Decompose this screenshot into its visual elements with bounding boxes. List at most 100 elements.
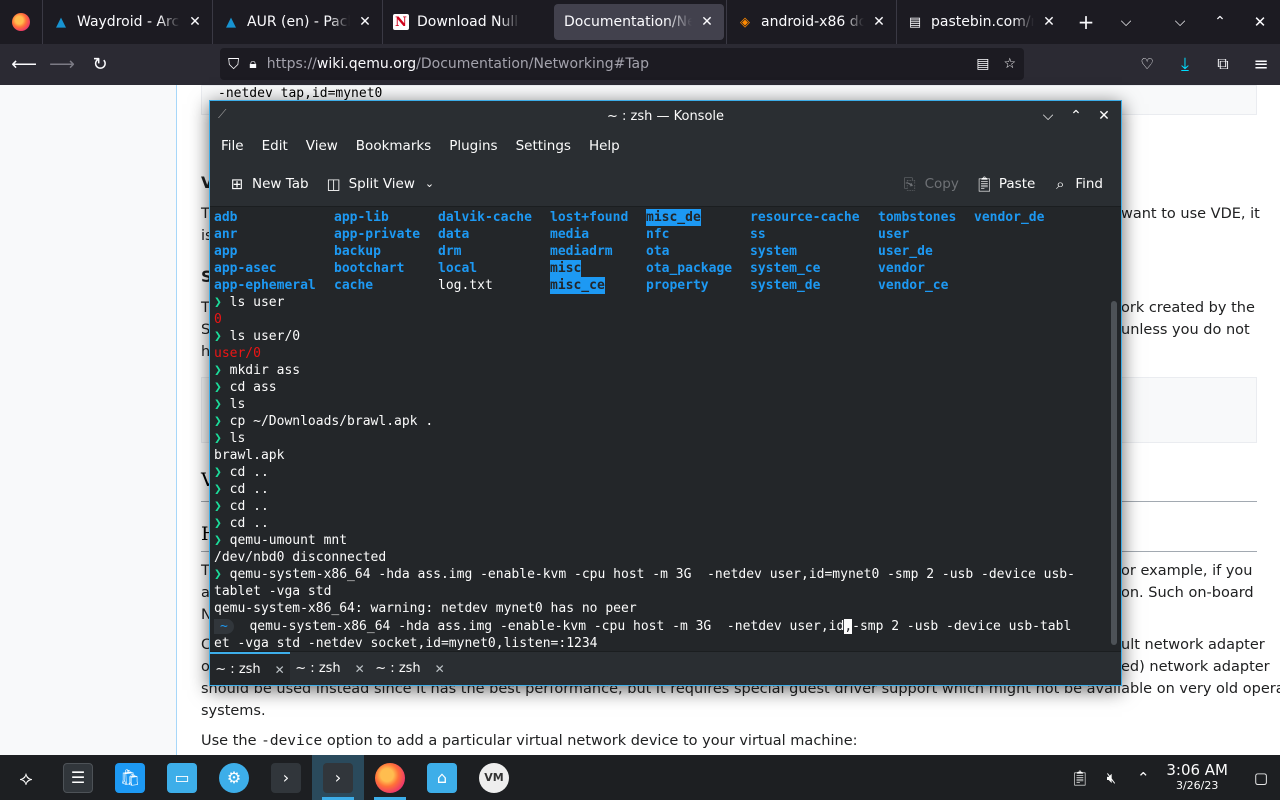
reader-view-icon[interactable]: ▤ — [976, 56, 989, 72]
menu-plugins[interactable]: Plugins — [440, 138, 506, 154]
browser-tab[interactable]: ▲ AUR (en) - Packages ✕ — [212, 0, 382, 44]
directory-entry: vendor_ce — [878, 278, 949, 293]
terminal-line: ❯ qemu-umount mnt — [214, 532, 347, 549]
terminal-line: ❯ cd .. — [214, 464, 269, 481]
paste-icon: 📋︎ — [974, 174, 994, 193]
new-tab-button[interactable]: ⊞ New Tab — [220, 171, 317, 197]
back-button[interactable]: ⟵ — [5, 49, 43, 81]
task-item[interactable]: VM — [468, 755, 520, 800]
menu-bookmarks[interactable]: Bookmarks — [347, 138, 440, 154]
maximize-icon[interactable]: ⌃ — [1200, 0, 1240, 44]
downloads-icon[interactable]: ⤓ — [1166, 48, 1204, 80]
directory-entry: misc_de — [646, 209, 701, 226]
url-text[interactable]: https://wiki.qemu.org/Documentation/Netw… — [267, 56, 649, 72]
volume-muted-icon[interactable]: 🔇︎ — [1102, 769, 1120, 787]
minimize-icon[interactable]: ⌵ — [1037, 105, 1059, 127]
terminal-line: ❯ cd ass — [214, 379, 277, 396]
command-text: cp ~/Downloads/brawl.apk . — [229, 414, 434, 429]
copy-button[interactable]: ⎘ Copy — [893, 171, 967, 197]
close-window-icon[interactable]: ✕ — [1240, 0, 1280, 44]
lock-icon[interactable]: 🔒︎ — [249, 56, 256, 72]
close-icon[interactable]: ✕ — [275, 663, 285, 677]
new-tab-label: New Tab — [252, 175, 309, 192]
terminal-line: ❯ cd .. — [214, 481, 269, 498]
directory-entry: ota — [646, 244, 670, 259]
close-icon[interactable]: ✕ — [1093, 105, 1115, 127]
chevron-up-icon[interactable]: ⌃ — [1134, 769, 1152, 787]
forward-button[interactable]: ⟶ — [43, 49, 81, 81]
firefox-view-button[interactable] — [0, 0, 42, 44]
paste-button[interactable]: 📋︎ Paste — [967, 171, 1043, 197]
close-icon[interactable]: ✕ — [872, 14, 886, 30]
show-desktop-icon[interactable]: ▢ — [1252, 769, 1270, 787]
osdn-icon: ◈ — [740, 14, 750, 30]
minimize-icon[interactable]: ⌵ — [1160, 0, 1200, 44]
command-text: ls user — [229, 295, 285, 310]
task-item[interactable]: › — [260, 755, 312, 800]
terminal-line: ❯ qemu-system-x86_64 -hda ass.img -enabl… — [214, 566, 1075, 583]
close-icon[interactable]: ✕ — [188, 14, 202, 30]
browser-tab[interactable]: ◈ android-x86 download ✕ — [726, 0, 896, 44]
clipboard-icon[interactable]: 📋︎ — [1070, 769, 1089, 787]
task-item[interactable]: ⌂ — [416, 755, 468, 800]
close-icon[interactable]: ✕ — [700, 14, 714, 30]
command-text: cd .. — [229, 465, 269, 480]
maximize-icon[interactable]: ⌃ — [1065, 105, 1087, 127]
close-icon[interactable]: ✕ — [435, 662, 445, 676]
hamburger-menu-icon[interactable]: ≡ — [1242, 48, 1280, 80]
konsole-tab[interactable]: ~ : zsh ✕ — [210, 652, 290, 685]
task-item-firefox[interactable] — [364, 755, 416, 800]
close-icon[interactable]: ✕ — [355, 662, 365, 676]
menu-help[interactable]: Help — [580, 138, 629, 154]
menu-edit[interactable]: Edit — [253, 138, 297, 154]
konsole-tab-bar: ~ : zsh ✕ ~ : zsh ✕ ~ : zsh ✕ — [210, 651, 1121, 685]
firefox-icon — [375, 762, 405, 793]
task-item[interactable]: ⚙ — [208, 755, 260, 800]
browser-tab[interactable]: N Download Null's Brawl — [382, 0, 552, 44]
task-item[interactable]: ▭ — [156, 755, 208, 800]
task-item[interactable]: ☰ — [52, 755, 104, 800]
split-view-button[interactable]: ◫ Split View ⌄ — [317, 171, 442, 197]
url-bar[interactable]: ⛉ 🔒︎ https://wiki.qemu.org/Documentation… — [220, 48, 1024, 80]
prompt-symbol: ❯ — [214, 414, 230, 429]
current-command-wrap[interactable]: et -vga std -netdev socket,id=mynet0,lis… — [214, 635, 598, 652]
extensions-icon[interactable]: ⧉ — [1204, 48, 1242, 80]
task-item[interactable]: 🛍︎ — [104, 755, 156, 800]
terminal-icon: › — [271, 762, 301, 793]
shield-icon[interactable]: ⛉ — [228, 55, 239, 73]
close-icon[interactable]: ✕ — [358, 14, 372, 30]
menu-settings[interactable]: Settings — [507, 138, 580, 154]
pocket-icon[interactable]: ♡ — [1128, 48, 1166, 80]
app-launcher-button[interactable]: ⟡ — [0, 755, 52, 800]
new-tab-button[interactable]: + — [1066, 0, 1106, 44]
tab-label: ~ : zsh — [295, 661, 341, 676]
menu-file[interactable]: File — [212, 138, 253, 154]
close-icon[interactable]: ✕ — [1042, 14, 1056, 30]
scrollbar-thumb[interactable] — [1111, 301, 1117, 645]
launcher-icon: ⟡ — [19, 765, 33, 790]
directory-entry: adb — [214, 210, 238, 225]
browser-tab-active[interactable]: Documentation/Networking ✕ — [554, 4, 724, 40]
browser-tab[interactable]: ▲ Waydroid - ArchWiki ✕ — [42, 0, 212, 44]
konsole-window[interactable]: ⟋ ~ : zsh — Konsole ⌵ ⌃ ✕ File Edit View… — [209, 100, 1122, 686]
terminal-line: qemu-system-x86_64: warning: netdev myne… — [214, 601, 637, 616]
digital-clock[interactable]: 3:06 AM 3/26/23 — [1166, 762, 1228, 793]
terminal-line: ❯ cp ~/Downloads/brawl.apk . — [214, 413, 433, 430]
konsole-tab[interactable]: ~ : zsh ✕ — [370, 652, 450, 685]
current-command-line[interactable]: ~ qemu-system-x86_64 -hda ass.img -enabl… — [214, 618, 1071, 635]
find-button[interactable]: ⌕ Find — [1043, 171, 1111, 197]
directory-entry: system — [750, 244, 797, 259]
menu-view[interactable]: View — [297, 138, 347, 154]
terminal-line: ❯ ls user/0 — [214, 328, 300, 345]
window-titlebar[interactable]: ⟋ ~ : zsh — Konsole ⌵ ⌃ ✕ — [210, 101, 1121, 131]
browser-tab[interactable]: ▤ pastebin.com/raw/ ✕ — [896, 0, 1066, 44]
tab-label: pastebin.com/raw/ — [931, 14, 1034, 30]
terminal-output[interactable]: adb app-lib dalvik-cache lost+found misc_de r… — [210, 207, 1106, 652]
task-item-konsole[interactable]: › — [312, 755, 364, 800]
bookmark-star-icon[interactable]: ☆ — [1003, 56, 1016, 72]
reload-button[interactable]: ↻ — [81, 49, 119, 81]
taskbar: ⟡ ☰ 🛍︎ ▭ ⚙ › › ⌂ VM 📋︎ 🔇︎ ⌃ 3:06 AM 3/26… — [0, 755, 1280, 800]
list-all-tabs-button[interactable]: ⌵ — [1106, 0, 1146, 44]
tab-label: Documentation/Networking — [564, 14, 692, 30]
konsole-tab[interactable]: ~ : zsh ✕ — [290, 652, 370, 685]
